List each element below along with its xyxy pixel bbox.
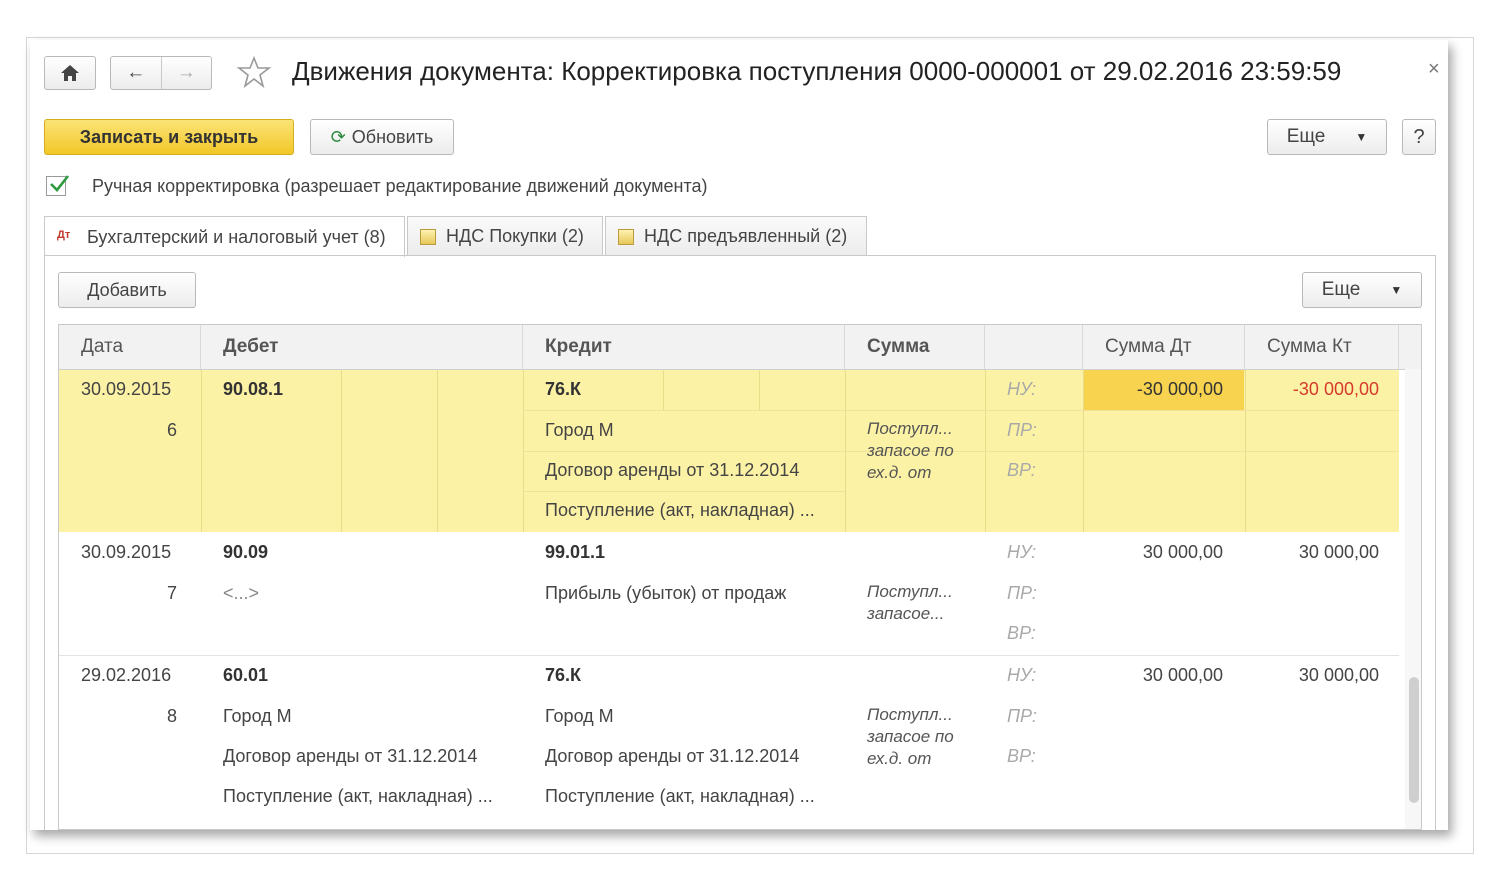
help-button[interactable]: ? xyxy=(1402,119,1436,155)
entry-number: 6 xyxy=(167,420,178,440)
summa-content: Поступл... запасое по ех.д. от xyxy=(867,705,954,768)
more-button[interactable]: Еще ▼ xyxy=(1267,119,1387,155)
refresh-label: Обновить xyxy=(351,126,434,147)
refresh-icon: ⟳ xyxy=(330,126,346,147)
vr-label: ВР: xyxy=(1007,460,1036,480)
debit-subconto-1: <...> xyxy=(223,583,260,603)
debit-account: 90.09 xyxy=(223,542,269,562)
table-header: Дата Дебет Кредит Сумма Сумма Дт Сумма К… xyxy=(59,325,1421,370)
sum-dt[interactable]: 30 000,00 xyxy=(1083,665,1223,686)
home-icon xyxy=(61,65,79,81)
sum-kt[interactable]: -30 000,00 xyxy=(1239,379,1379,400)
tab-label: НДС Покупки (2) xyxy=(446,226,584,246)
credit-subconto-2: Договор аренды от 31.12.2014 xyxy=(545,746,800,766)
col-sum-dt[interactable]: Сумма Дт xyxy=(1083,325,1245,369)
tab-label: НДС предъявленный (2) xyxy=(644,226,848,246)
nu-label: НУ: xyxy=(1007,665,1037,685)
entry-date: 30.09.2015 xyxy=(81,379,172,399)
refresh-button[interactable]: ⟳ Обновить xyxy=(310,119,454,155)
credit-subconto-1: Город М xyxy=(545,420,614,440)
tab-vat-presented[interactable]: НДС предъявленный (2) xyxy=(605,216,867,256)
col-sum-kt[interactable]: Сумма Кт xyxy=(1245,325,1399,369)
history-nav: ← → xyxy=(110,56,212,90)
credit-subconto-2: Договор аренды от 31.12.2014 xyxy=(545,460,800,480)
sum-kt[interactable]: 30 000,00 xyxy=(1239,665,1379,686)
scrollbar-thumb[interactable] xyxy=(1409,677,1419,803)
summa-content: Поступл... запасое по ех.д. от xyxy=(867,419,954,482)
sum-dt[interactable]: 30 000,00 xyxy=(1083,542,1223,563)
sum-kt[interactable]: 30 000,00 xyxy=(1239,542,1379,563)
chevron-down-icon: ▼ xyxy=(1355,130,1368,144)
col-debit[interactable]: Дебет xyxy=(201,325,523,369)
table-row[interactable]: 29.02.2016 8 60.01 Город М Договор аренд… xyxy=(59,656,1399,818)
checkmark-icon xyxy=(50,175,70,192)
home-button[interactable] xyxy=(44,56,96,90)
back-button[interactable]: ← xyxy=(111,57,161,89)
debit-subconto-2: Договор аренды от 31.12.2014 xyxy=(223,746,478,766)
debit-subconto-1: Город М xyxy=(223,706,292,726)
credit-account: 76.К xyxy=(545,379,582,399)
credit-subconto-3: Поступление (акт, накладная) ... xyxy=(545,500,815,520)
debit-subconto-3: Поступление (акт, накладная) ... xyxy=(223,786,493,806)
save-close-button[interactable]: Записать и закрыть xyxy=(44,119,294,155)
dt-kt-icon: Дт xyxy=(57,229,71,241)
credit-subconto-3: Поступление (акт, накладная) ... xyxy=(545,786,815,806)
add-button[interactable]: Добавить xyxy=(58,272,196,308)
summa-content: Поступл... запасое... xyxy=(867,582,953,623)
window-title: Движения документа: Корректировка поступ… xyxy=(292,56,1342,86)
manual-edit-label: Ручная корректировка (разрешает редактир… xyxy=(92,176,708,196)
pr-label: ПР: xyxy=(1007,583,1037,603)
col-summa[interactable]: Сумма xyxy=(845,325,985,369)
col-date[interactable]: Дата xyxy=(59,325,201,369)
register-icon xyxy=(618,228,634,245)
more-label: Еще xyxy=(1286,126,1326,147)
pr-label: ПР: xyxy=(1007,706,1037,726)
vr-label: ВР: xyxy=(1007,623,1036,643)
tab-vat-purchases[interactable]: НДС Покупки (2) xyxy=(407,216,603,256)
credit-subconto-1: Город М xyxy=(545,706,614,726)
debit-account: 90.08.1 xyxy=(223,379,284,399)
tab-label: Бухгалтерский и налоговый учет (8) xyxy=(87,226,386,247)
forward-arrow-icon: → xyxy=(176,62,196,83)
chevron-down-icon: ▼ xyxy=(1390,283,1403,297)
tab-accounting[interactable]: Дт Бухгалтерский и налоговый учет (8) xyxy=(44,216,405,257)
debit-account: 60.01 xyxy=(223,665,269,685)
entry-number: 8 xyxy=(167,706,178,726)
col-credit[interactable]: Кредит xyxy=(523,325,845,369)
forward-button[interactable]: → xyxy=(160,57,212,89)
table-more-button[interactable]: Еще ▼ xyxy=(1302,272,1422,308)
more-label: Еще xyxy=(1321,279,1361,300)
entry-date: 29.02.2016 xyxy=(81,665,172,685)
nu-label: НУ: xyxy=(1007,542,1037,562)
credit-account: 76.К xyxy=(545,665,582,685)
movements-window: ← → Движения документа: Корректировка по… xyxy=(30,40,1448,830)
close-icon[interactable]: × xyxy=(1428,58,1440,81)
nu-label: НУ: xyxy=(1007,379,1037,399)
register-icon xyxy=(420,228,436,245)
credit-account: 99.01.1 xyxy=(545,542,606,562)
pr-label: ПР: xyxy=(1007,420,1037,440)
entry-number: 7 xyxy=(167,583,178,603)
manual-edit-checkbox[interactable] xyxy=(46,175,70,196)
credit-subconto-1: Прибыль (убыток) от продаж xyxy=(545,583,787,603)
entries-table: Дата Дебет Кредит Сумма Сумма Дт Сумма К… xyxy=(58,324,1422,830)
table-row[interactable]: 30.09.2015 7 90.09 <...> 99.01.1 Прибыль… xyxy=(59,533,1399,655)
sum-dt[interactable]: -30 000,00 xyxy=(1083,379,1223,400)
star-icon[interactable] xyxy=(236,54,272,90)
back-arrow-icon: ← xyxy=(126,62,146,83)
vr-label: ВР: xyxy=(1007,746,1036,766)
entry-date: 30.09.2015 xyxy=(81,542,172,562)
table-row[interactable]: 30.09.2015 6 90.08.1 76.К Город М Догово… xyxy=(59,370,1399,532)
col-blank[interactable] xyxy=(985,325,1083,369)
